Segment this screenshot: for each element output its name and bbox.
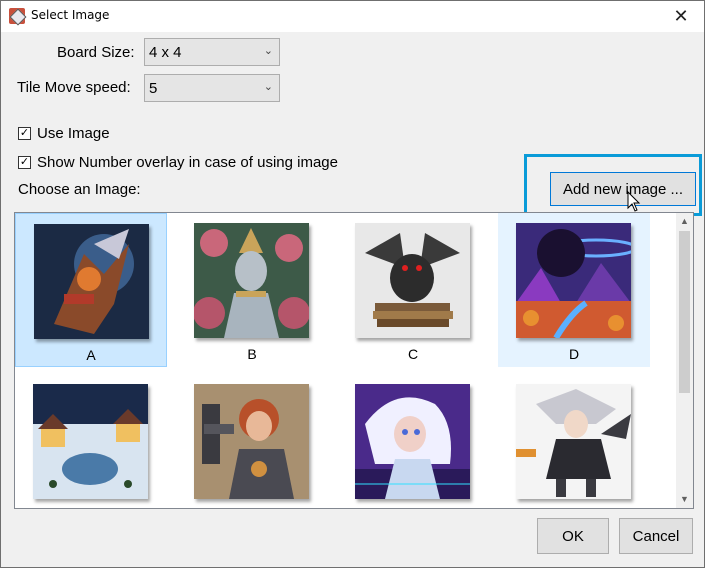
armored-woman-image (194, 384, 309, 499)
scroll-thumb[interactable] (679, 231, 690, 393)
anime-fighter-image (516, 384, 631, 499)
image-caption: D (568, 346, 580, 362)
use-image-checkbox[interactable]: ✓ Use Image (18, 125, 110, 142)
mech-warrior-image (34, 224, 149, 339)
scroll-down-icon[interactable]: ▼ (676, 491, 693, 508)
tile-speed-label: Tile Move speed: (17, 79, 131, 96)
checkmark-icon: ✓ (18, 156, 31, 169)
checkmark-icon: ✓ (18, 127, 31, 140)
image-item-b[interactable]: B (176, 213, 328, 367)
image-item-c[interactable]: C (337, 213, 489, 367)
scroll-up-icon[interactable]: ▲ (676, 213, 693, 230)
image-item-d[interactable]: D (498, 213, 650, 367)
dialog-window: Select Image ✕ Board Size: 4 x 4 ⌄ Tile … (0, 0, 705, 568)
show-number-checkbox[interactable]: ✓ Show Number overlay in case of using i… (18, 154, 338, 171)
show-number-label: Show Number overlay in case of using ima… (37, 154, 338, 171)
board-size-select[interactable]: 4 x 4 ⌄ (144, 38, 280, 66)
image-caption: C (407, 346, 419, 362)
image-item-f[interactable] (176, 374, 328, 508)
dragon-on-books-image (355, 223, 470, 338)
close-icon[interactable]: ✕ (658, 1, 704, 32)
chevron-down-icon: ⌄ (263, 81, 273, 93)
use-image-label: Use Image (37, 125, 110, 142)
tile-speed-value: 5 (149, 80, 158, 97)
add-new-image-button[interactable]: Add new image ... (550, 172, 696, 206)
tile-speed-select[interactable]: 5 ⌄ (144, 74, 280, 102)
cancel-button[interactable]: Cancel (619, 518, 693, 554)
image-caption: A (86, 347, 96, 363)
ok-button[interactable]: OK (537, 518, 609, 554)
winter-village-image (33, 384, 148, 499)
mouse-cursor-icon (627, 191, 641, 212)
image-item-e[interactable] (15, 374, 167, 508)
image-item-g[interactable] (337, 374, 489, 508)
image-item-a[interactable]: A (15, 213, 167, 367)
cyber-girl-image (355, 384, 470, 499)
image-list[interactable]: A B C D ▲ ▼ (14, 212, 694, 509)
image-caption: B (247, 346, 257, 362)
planet-landscape-image (516, 223, 631, 338)
goddess-statue-image (194, 223, 309, 338)
window-title: Select Image (31, 8, 110, 22)
chevron-down-icon: ⌄ (263, 45, 273, 57)
title-bar: Select Image ✕ (1, 1, 704, 32)
vertical-scrollbar[interactable]: ▲ ▼ (676, 213, 693, 508)
app-icon (9, 8, 25, 24)
board-size-label: Board Size: (57, 44, 135, 61)
choose-image-label: Choose an Image: (18, 181, 141, 198)
board-size-value: 4 x 4 (149, 44, 182, 61)
image-item-h[interactable] (498, 374, 650, 508)
